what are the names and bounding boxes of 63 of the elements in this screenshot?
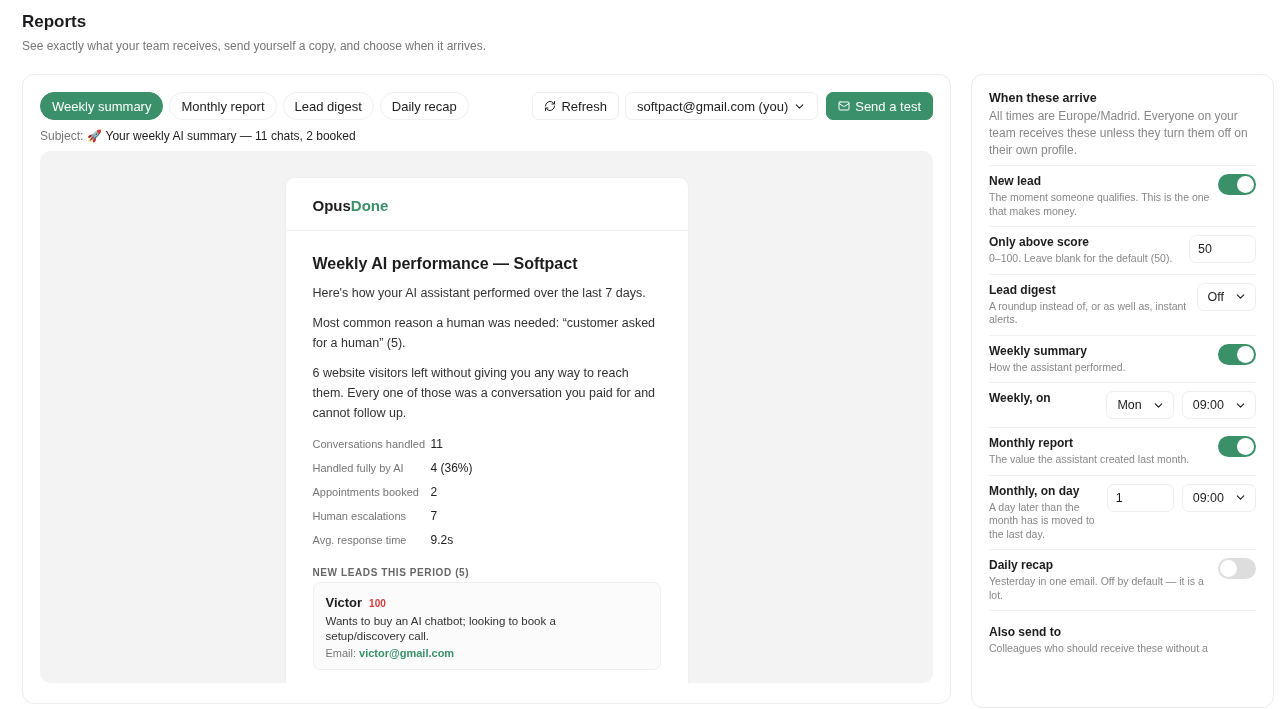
email-paragraph: Here's how your AI assistant performed over the last 7 days. xyxy=(312,285,647,302)
lead-score: 100 xyxy=(369,598,386,609)
email-label: Email: xyxy=(325,647,357,659)
subject-label: Subject: xyxy=(40,128,84,144)
report-tab[interactable]: Lead digest xyxy=(282,92,374,120)
setting-title: Monthly, on day xyxy=(989,483,1081,498)
setting-title: New lead xyxy=(989,174,1043,188)
number-field[interactable]: 50 xyxy=(1189,235,1256,263)
subject-line: 🚀 Your weekly AI summary — 11 chats, 2 booked xyxy=(87,128,356,144)
metric-label: Handled fully by AI xyxy=(312,462,405,474)
send-test-button[interactable]: Send a test xyxy=(826,92,933,120)
lead-summary: Wants to buy an AI chatbot; looking to book a setup/discovery call. xyxy=(325,614,557,644)
recipient-select[interactable]: softpact@gmail.com (you) xyxy=(625,92,819,120)
setting-description: 0–100. Leave blank for the default (50). xyxy=(989,252,1174,266)
mail-icon xyxy=(838,100,851,112)
metric-label: Human escalations xyxy=(312,510,408,522)
setting-title: Daily recap xyxy=(989,558,1055,572)
number-field[interactable]: 1 xyxy=(1106,483,1174,512)
metric-value: 11 xyxy=(430,437,444,451)
metric-label: Conversations handled xyxy=(312,438,427,450)
email-paragraph: Most common reason a human was needed: “customer asked for a human” (5). xyxy=(312,315,657,352)
setting-description: Colleagues who should receive these without a xyxy=(989,642,1209,656)
report-tab[interactable]: Daily recap xyxy=(379,92,469,120)
brand-logo: OpusDone xyxy=(285,178,688,231)
setting-description: A roundup instead of, or as well as, instant alerts. xyxy=(989,299,1188,327)
setting-description: A day later than the month has is moved to the last day. xyxy=(989,500,1096,541)
lead-name: Victor xyxy=(325,595,363,610)
email-link[interactable]: victor@gmail.com xyxy=(359,647,455,659)
setting-title: Weekly summary xyxy=(989,343,1088,358)
select-dropdown[interactable]: 09:00 xyxy=(1181,483,1256,512)
metric-label: Avg. response time xyxy=(312,534,408,546)
metric-value: 4 (36%) xyxy=(430,461,474,475)
setting-title: Lead digest xyxy=(989,282,1057,297)
refresh-icon xyxy=(544,100,557,112)
select-dropdown[interactable]: 09:00 xyxy=(1181,391,1256,419)
setting-title: Only above score xyxy=(989,235,1091,249)
metric-value: 7 xyxy=(430,509,439,523)
setting-title: Monthly report xyxy=(989,436,1074,450)
toggle-switch[interactable] xyxy=(1218,174,1256,195)
email-paragraph: 6 website visitors left without giving you any way to reach them. Every one of those was a conversation you paid for and cannot follow up. xyxy=(312,365,657,422)
metric-label: Appointments booked xyxy=(312,486,420,498)
toggle-switch[interactable] xyxy=(1218,343,1256,365)
setting-description: Yesterday in one email. Off by default — it is a lot. xyxy=(989,575,1205,602)
setting-description: How the assistant performed. xyxy=(989,360,1127,374)
toggle-switch[interactable] xyxy=(1218,558,1256,579)
leads-heading: NEW LEADS THIS PERIOD (5) xyxy=(312,567,471,578)
schedule-title: When these arrive xyxy=(989,91,1098,105)
schedule-description: All times are Europe/Madrid. Everyone on your team receives these unless they turn them off on their own profile. xyxy=(989,108,1249,159)
select-dropdown[interactable]: Mon xyxy=(1106,391,1174,419)
setting-description: The moment someone qualifies. This is the one that makes money. xyxy=(989,191,1210,218)
setting-title: Also send to xyxy=(989,625,1062,639)
page-title: Reports xyxy=(22,11,88,33)
refresh-button[interactable]: Refresh xyxy=(532,92,619,120)
metric-value: 2 xyxy=(430,485,439,499)
toggle-switch[interactable] xyxy=(1218,436,1256,457)
setting-description: The value the assistant created last month. xyxy=(989,453,1191,467)
page-subtitle: See exactly what your team receives, send yourself a copy, and choose when it arrives. xyxy=(22,38,487,54)
email-heading: Weekly AI performance — Softpact xyxy=(312,255,579,273)
metric-value: 9.2s xyxy=(430,533,455,547)
report-tab[interactable]: Weekly summary xyxy=(40,92,164,120)
setting-title: Weekly, on xyxy=(989,391,1052,405)
select-dropdown[interactable]: Off xyxy=(1196,282,1256,311)
report-tab[interactable]: Monthly report xyxy=(169,92,277,120)
